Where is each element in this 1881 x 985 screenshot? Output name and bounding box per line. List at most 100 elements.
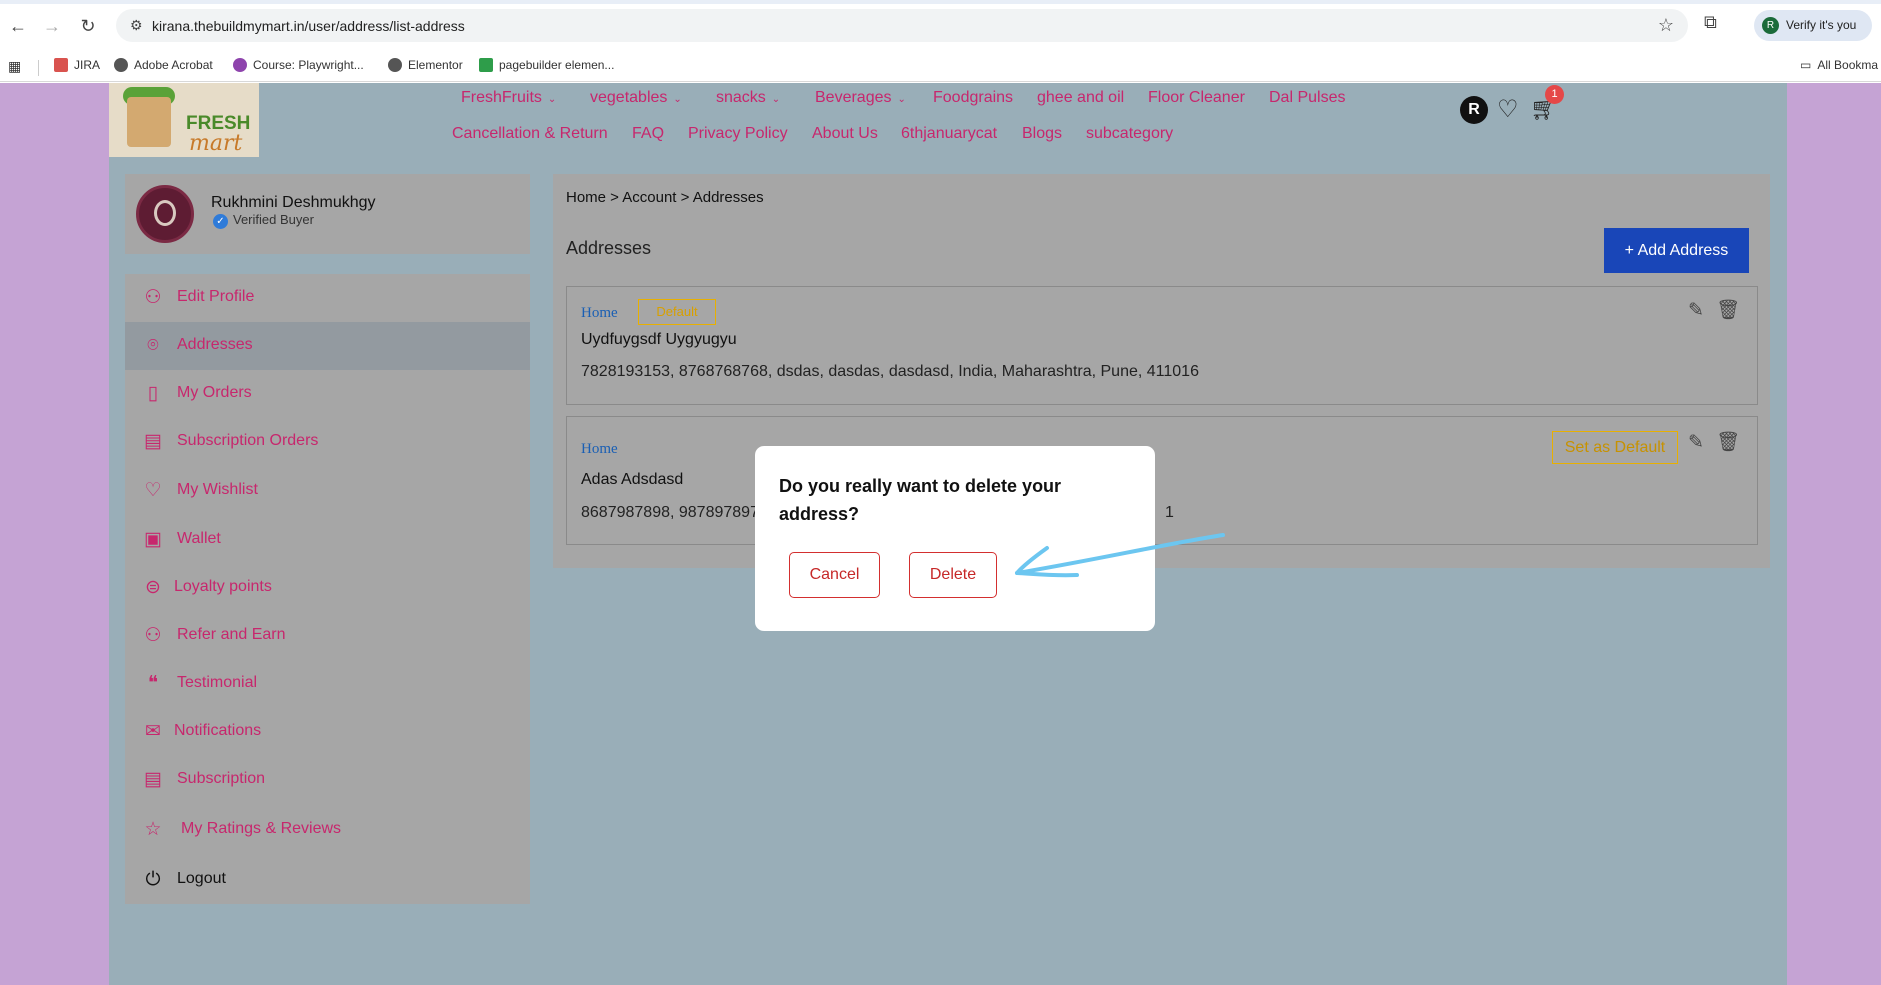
- folder-icon: ▭: [1800, 58, 1812, 72]
- heart-icon: ♡: [144, 480, 162, 501]
- sidebar-item-testimonial[interactable]: ❝ Testimonial: [125, 660, 530, 708]
- bookmark-all-bookmarks[interactable]: ▭ All Bookma: [1800, 58, 1878, 72]
- avatar[interactable]: [136, 185, 194, 243]
- annotation-arrow: [1015, 533, 1225, 578]
- cart-count-badge: 1: [1545, 85, 1564, 104]
- chevron-down-icon: ⌄: [897, 94, 906, 105]
- address-name: Adas Adsdasd: [581, 471, 684, 488]
- user-icon: ⚇: [144, 287, 162, 308]
- set-as-default-button[interactable]: Set as Default: [1552, 431, 1678, 464]
- verified-status: ✓ Verified Buyer: [213, 212, 314, 229]
- back-icon[interactable]: ←: [6, 14, 30, 38]
- refer-icon: ⚇: [144, 625, 162, 646]
- address-type-label: Home: [581, 441, 618, 457]
- address-details: 7828193153, 8768768768, dsdas, dasdas, d…: [581, 363, 1199, 380]
- nav-subcategory[interactable]: subcategory: [1086, 125, 1173, 143]
- apps-grid-icon[interactable]: ▦: [8, 58, 21, 75]
- sidebar-item-loyalty-points[interactable]: ⊜ Loyalty points: [125, 564, 530, 612]
- address-bar[interactable]: ⚙ kirana.thebuildmymart.in/user/address/…: [116, 9, 1688, 42]
- profile-avatar-icon: R: [1762, 17, 1779, 34]
- dialog-question: Do you really want to delete your addres…: [779, 476, 1062, 524]
- bookmark-elementor[interactable]: Elementor: [388, 58, 463, 72]
- trash-icon[interactable]: 🗑︎: [1716, 431, 1740, 455]
- site-info-icon[interactable]: ⚙: [130, 17, 143, 34]
- chevron-down-icon: ⌄: [673, 94, 682, 105]
- sidebar-item-my-wishlist[interactable]: ♡ My Wishlist: [125, 467, 530, 515]
- nav-about-us[interactable]: About Us: [812, 125, 878, 143]
- address-details-tail: 1: [1165, 504, 1174, 521]
- globe-icon: [114, 58, 128, 72]
- cancel-button[interactable]: Cancel: [789, 552, 880, 598]
- sidebar-item-logout[interactable]: ⏻ Logout: [125, 856, 530, 904]
- profile-card: Rukhmini Deshmukhgy ✓ Verified Buyer: [125, 174, 530, 254]
- sidebar-item-my-ratings-reviews[interactable]: ☆ My Ratings & Reviews: [125, 806, 530, 854]
- wishlist-heart-icon[interactable]: ♡: [1497, 95, 1519, 124]
- nav-blogs[interactable]: Blogs: [1022, 125, 1062, 143]
- chevron-down-icon: ⌄: [771, 94, 781, 105]
- verified-badge-icon: ✓: [213, 214, 228, 229]
- bookmark-star-icon[interactable]: ☆: [1658, 15, 1674, 36]
- sidebar-item-my-orders[interactable]: ▯ My Orders: [125, 370, 530, 418]
- nav-faq[interactable]: FAQ: [632, 125, 664, 143]
- orders-icon: ▯: [147, 383, 159, 404]
- add-address-button[interactable]: + Add Address: [1604, 228, 1749, 273]
- bookmarks-separator: [38, 60, 39, 76]
- bookmark-course-playwright[interactable]: Course: Playwright...: [233, 58, 364, 72]
- nav-vegetables[interactable]: vegetables ⌄: [590, 89, 682, 107]
- logout-icon: ⏻: [145, 869, 161, 890]
- chevron-down-icon: ⌄: [547, 94, 557, 105]
- default-badge: Default: [638, 299, 716, 325]
- nav-snacks[interactable]: snacks ⌄: [716, 89, 780, 107]
- bell-icon: ✉: [145, 721, 161, 742]
- sidebar-item-subscription-orders[interactable]: ▤ Subscription Orders: [125, 418, 530, 466]
- bookmark-adobe-acrobat[interactable]: Adobe Acrobat: [114, 58, 213, 72]
- delete-button[interactable]: Delete: [909, 552, 997, 598]
- nav-beverages[interactable]: Beverages ⌄: [815, 89, 906, 107]
- site-logo[interactable]: FRESH mart: [109, 83, 259, 157]
- nav-cancellation-return[interactable]: Cancellation & Return: [452, 125, 608, 143]
- address-card-2: Home Set as Default Adas Adsdasd 8687987…: [566, 416, 1758, 545]
- sidebar-item-edit-profile[interactable]: ⚇ Edit Profile: [125, 274, 530, 322]
- bookmark-pagebuilder[interactable]: pagebuilder elemen...: [479, 58, 614, 72]
- url-text[interactable]: kirana.thebuildmymart.in/user/address/li…: [152, 18, 465, 34]
- address-details: 8687987898, 987897897: [581, 504, 759, 521]
- breadcrumb: Home > Account > Addresses: [566, 189, 764, 206]
- grocery-bag-graphic: [127, 97, 171, 147]
- address-name: Uydfuygsdf Uygyugyu: [581, 331, 737, 348]
- star-icon: ☆: [144, 819, 162, 840]
- quote-icon: ❝: [147, 673, 159, 694]
- nav-6thjanuarycat[interactable]: 6thjanuarycat: [901, 125, 997, 143]
- globe-icon: [388, 58, 402, 72]
- account-sidebar: ⚇ Edit Profile ⌾ Addresses ▯ My Orders ▤ Sub…: [125, 274, 530, 904]
- trash-icon[interactable]: 🗑︎: [1716, 299, 1740, 323]
- edit-icon[interactable]: ✎: [1684, 431, 1708, 455]
- sidebar-item-refer-and-earn[interactable]: ⚇ Refer and Earn: [125, 612, 530, 660]
- extensions-icon[interactable]: ⧉: [1704, 12, 1717, 33]
- logo-text-mart: mart: [189, 131, 243, 156]
- profile-name: Rukhmini Deshmukhgy: [211, 194, 376, 211]
- sheets-icon: [479, 58, 493, 72]
- udemy-icon: [233, 58, 247, 72]
- nav-freshfruits[interactable]: FreshFruits ⌄: [461, 89, 556, 107]
- nav-privacy-policy[interactable]: Privacy Policy: [688, 125, 788, 143]
- sidebar-item-subscription[interactable]: ▤ Subscription: [125, 756, 530, 804]
- sidebar-item-addresses[interactable]: ⌾ Addresses: [125, 322, 530, 370]
- nav-ghee-and-oil[interactable]: ghee and oil: [1037, 89, 1124, 107]
- edit-icon[interactable]: ✎: [1684, 299, 1708, 323]
- user-account-button[interactable]: R: [1460, 96, 1488, 124]
- page-title: Addresses: [566, 238, 652, 258]
- nav-floor-cleaner[interactable]: Floor Cleaner: [1148, 89, 1245, 107]
- forward-icon[interactable]: →: [40, 14, 64, 38]
- bookmark-jira[interactable]: JIRA: [54, 58, 100, 72]
- gmail-icon: [54, 58, 68, 72]
- browser-toolbar: ← → ↻ ⚙ kirana.thebuildmymart.in/user/ad…: [0, 0, 1881, 82]
- sidebar-item-wallet[interactable]: ▣ Wallet: [125, 516, 530, 564]
- location-icon: ⌾: [147, 335, 159, 356]
- nav-dal-pulses[interactable]: Dal Pulses: [1269, 89, 1345, 107]
- verify-label: Verify it's you: [1786, 18, 1857, 32]
- nav-foodgrains[interactable]: Foodgrains: [933, 89, 1013, 107]
- reload-icon[interactable]: ↻: [76, 14, 100, 38]
- sidebar-item-notifications[interactable]: ✉ Notifications: [125, 708, 530, 756]
- addresses-panel: Home > Account > Addresses Addresses + A…: [553, 174, 1770, 568]
- verify-profile-button[interactable]: R Verify it's you: [1754, 10, 1872, 41]
